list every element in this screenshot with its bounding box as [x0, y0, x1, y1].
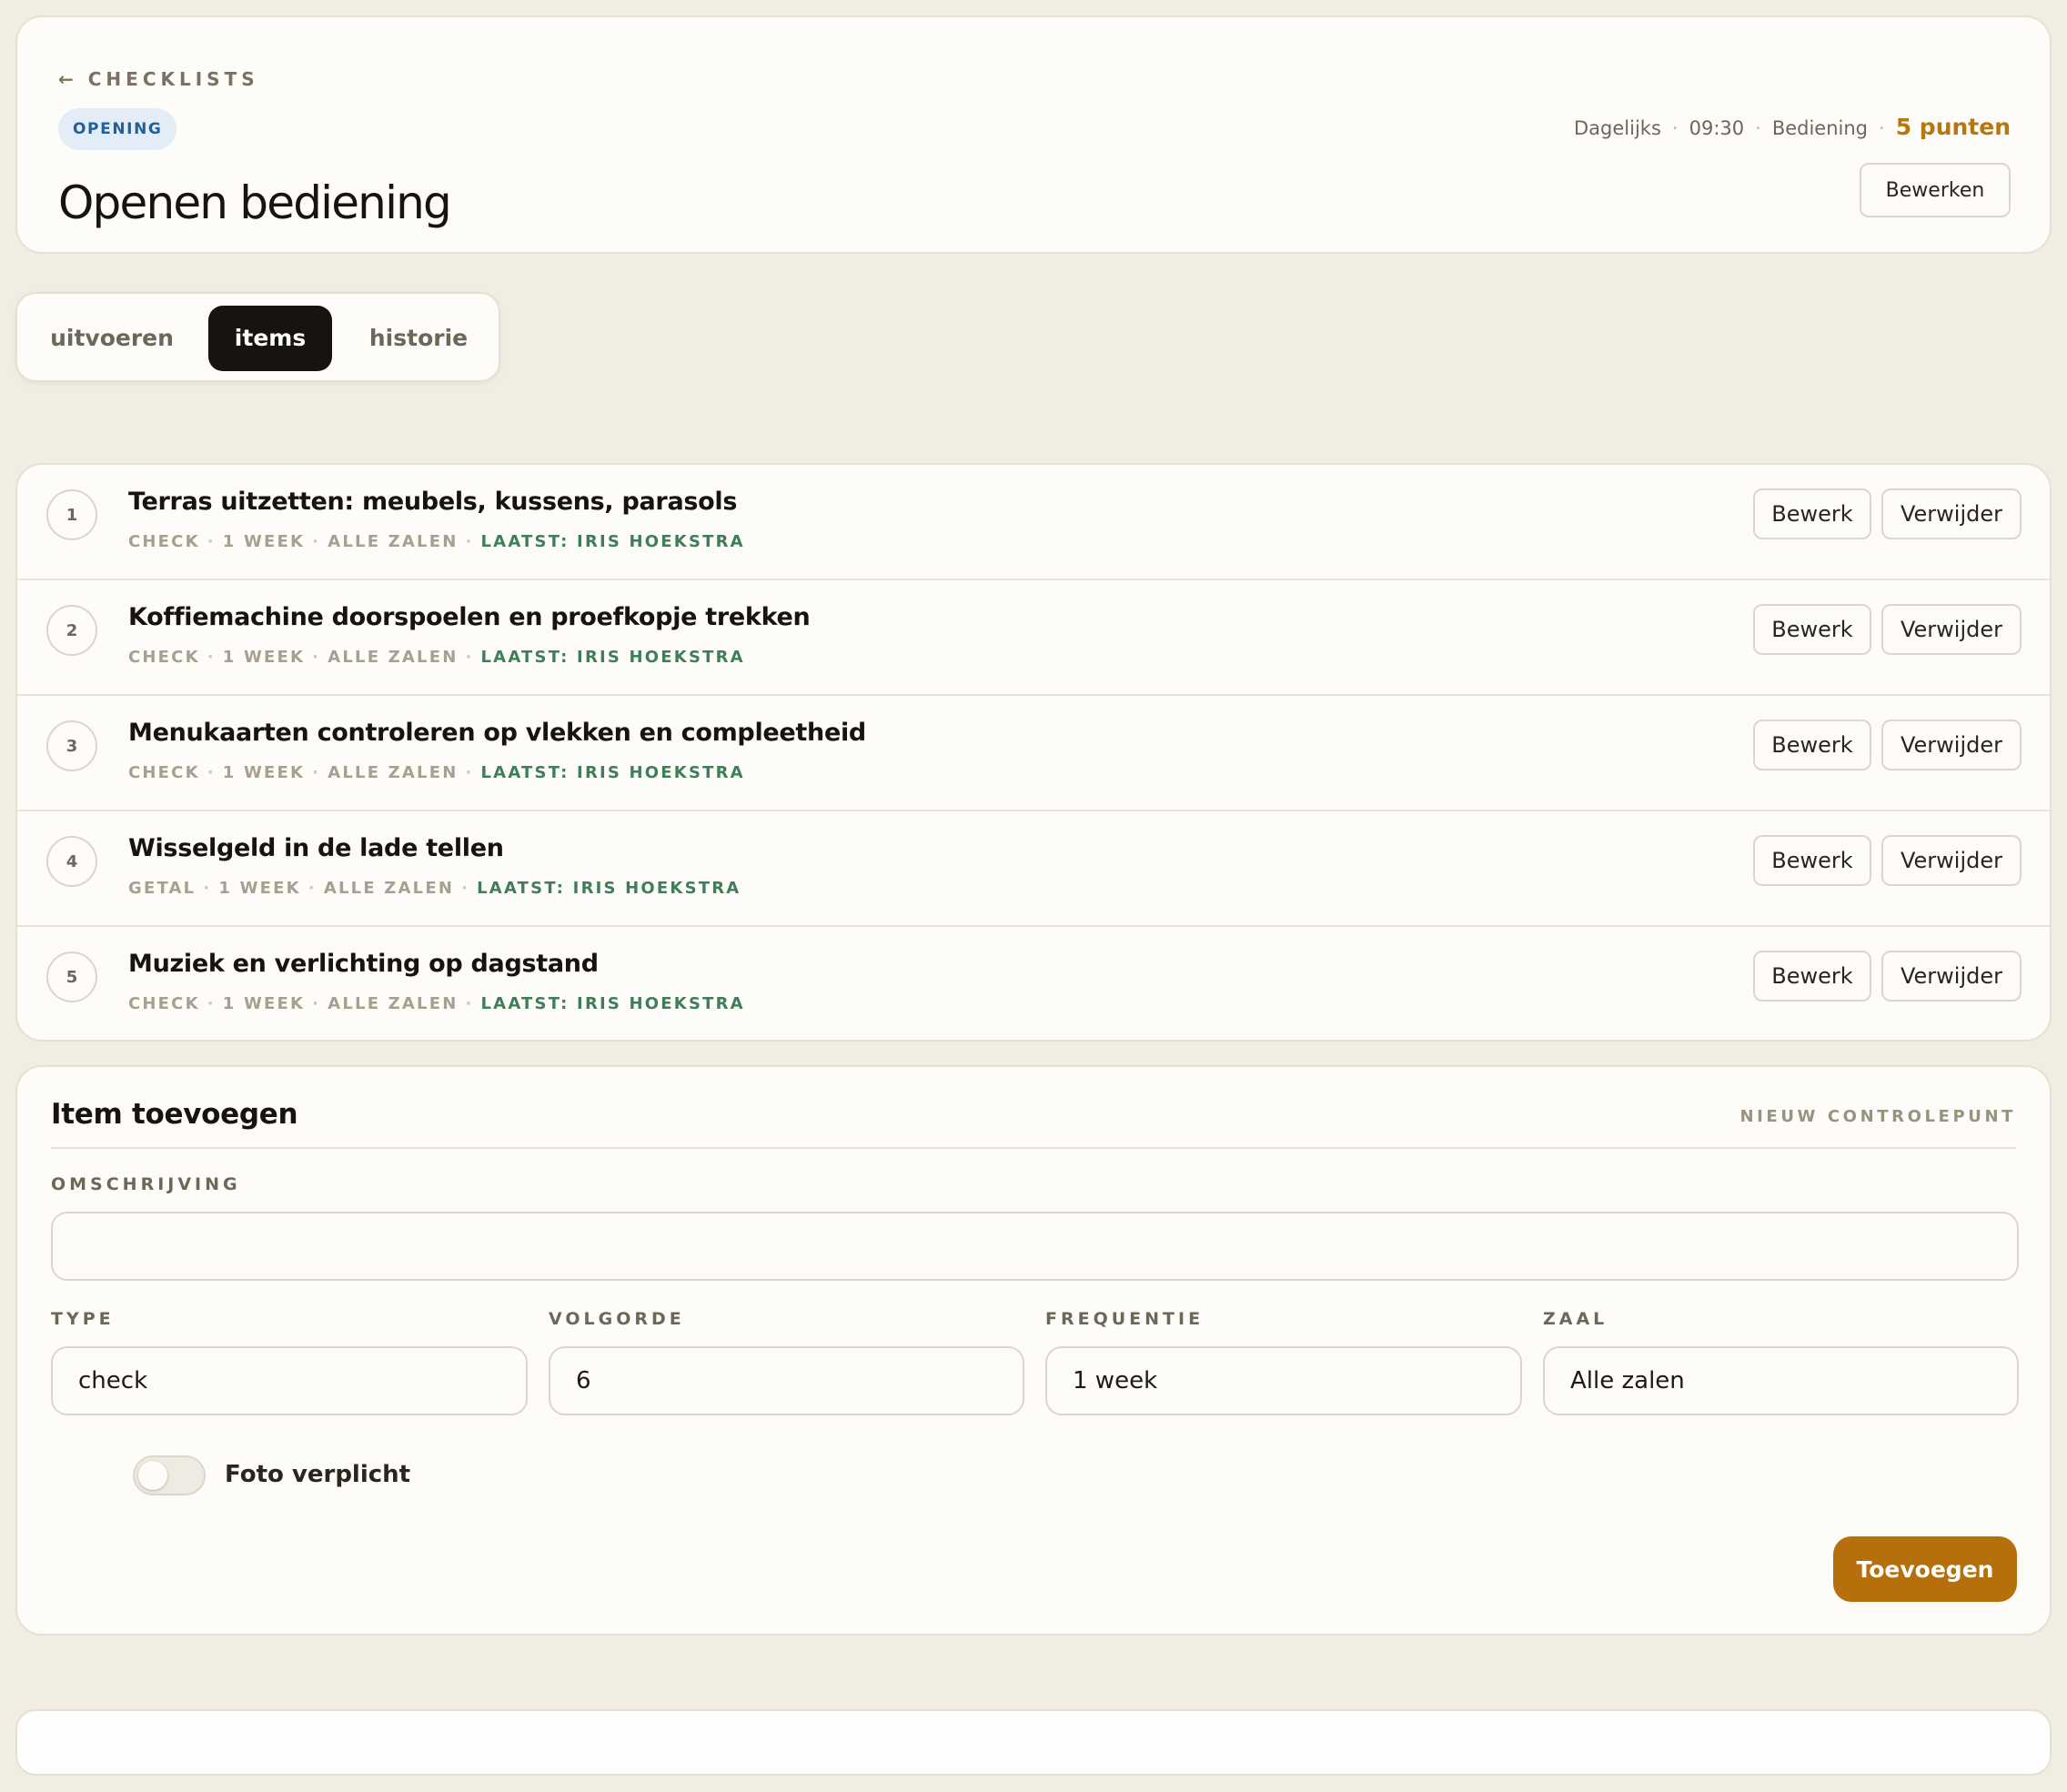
meta-separator: · — [1671, 117, 1679, 139]
item-title: Terras uitzetten: meubels, kussens, para… — [128, 488, 738, 516]
back-link-label: CHECKLISTS — [87, 68, 259, 90]
meta-frequency: Dagelijks — [1574, 117, 1661, 139]
item-zone: ALLE ZALEN — [323, 879, 455, 898]
zone-input[interactable] — [1543, 1346, 2019, 1415]
item-type: CHECK — [128, 994, 200, 1013]
item-number: 5 — [46, 951, 97, 1002]
item-type: CHECK — [128, 648, 200, 667]
item-frequency: 1 WEEK — [222, 763, 306, 782]
item-last-done: LAATST: IRIS HOEKSTRA — [480, 532, 745, 551]
edit-item-button[interactable]: Bewerk — [1753, 720, 1871, 770]
tab-items[interactable]: items — [208, 306, 332, 371]
edit-item-button[interactable]: Bewerk — [1753, 488, 1871, 539]
edit-item-button[interactable]: Bewerk — [1753, 604, 1871, 655]
item-number: 1 — [46, 489, 97, 540]
meta-separator: · — [1755, 117, 1761, 139]
description-label: OMSCHRIJVING — [51, 1174, 241, 1194]
edit-checklist-button[interactable]: Bewerken — [1860, 163, 2011, 217]
delete-item-button[interactable]: Verwijder — [1881, 835, 2022, 886]
item-meta: CHECK · 1 WEEK · ALLE ZALEN · LAATST: IRIS HOE… — [128, 648, 745, 667]
form-divider — [51, 1147, 2016, 1149]
items-list: 1 Terras uitzetten: meubels, kussens, pa… — [15, 463, 2052, 1042]
item-meta: CHECK · 1 WEEK · ALLE ZALEN · LAATST: IRIS HOE… — [128, 763, 745, 782]
back-arrow-icon: ← — [58, 68, 74, 90]
edit-item-button[interactable]: Bewerk — [1753, 835, 1871, 886]
item-zone: ALLE ZALEN — [328, 994, 459, 1013]
checklist-meta: Dagelijks · 09:30 · Bediening · 5 punten — [1574, 114, 2011, 140]
add-item-button[interactable]: Toevoegen — [1833, 1536, 2017, 1602]
list-item: 3 Menukaarten controleren op vlekken en … — [17, 696, 2050, 811]
item-zone: ALLE ZALEN — [328, 648, 459, 667]
type-select[interactable] — [51, 1346, 528, 1415]
item-last-done: LAATST: IRIS HOEKSTRA — [480, 763, 745, 782]
item-frequency: 1 WEEK — [222, 994, 306, 1013]
item-type: CHECK — [128, 763, 200, 782]
item-meta: CHECK · 1 WEEK · ALLE ZALEN · LAATST: IRIS HOE… — [128, 532, 745, 551]
item-zone: ALLE ZALEN — [328, 532, 459, 551]
page-title: Openen bediening — [58, 176, 452, 229]
zone-label: ZAAL — [1543, 1309, 1608, 1329]
form-title: Item toevoegen — [51, 1098, 298, 1131]
tab-bar: uitvoeren items historie — [15, 292, 500, 382]
meta-points: 5 punten — [1895, 114, 2011, 140]
tab-uitvoeren[interactable]: uitvoeren — [37, 306, 187, 371]
add-item-form: Item toevoegen NIEUW CONTROLEPUNT OMSCHR… — [15, 1065, 2052, 1636]
meta-department: Bediening — [1771, 117, 1869, 139]
list-item: 5 Muziek en verlichting op dagstand CHEC… — [17, 927, 2050, 1040]
item-meta: GETAL · 1 WEEK · ALLE ZALEN · LAATST: IRIS HOE… — [128, 879, 741, 898]
meta-time: 09:30 — [1689, 117, 1745, 139]
toggle-knob — [138, 1461, 167, 1490]
item-last-done: LAATST: IRIS HOEKSTRA — [480, 648, 745, 667]
frequency-label: FREQUENTIE — [1045, 1309, 1205, 1329]
description-input[interactable] — [51, 1212, 2019, 1281]
item-title: Muziek en verlichting op dagstand — [128, 950, 599, 978]
item-zone: ALLE ZALEN — [328, 763, 459, 782]
delete-item-button[interactable]: Verwijder — [1881, 951, 2022, 1002]
photo-required-label: Foto verplicht — [225, 1461, 411, 1488]
delete-item-button[interactable]: Verwijder — [1881, 604, 2022, 655]
item-frequency: 1 WEEK — [218, 879, 301, 898]
item-last-done: LAATST: IRIS HOEKSTRA — [480, 994, 745, 1013]
item-title: Menukaarten controleren op vlekken en co… — [128, 719, 866, 747]
item-number: 3 — [46, 720, 97, 771]
back-to-checklists-link[interactable]: ← CHECKLISTS — [58, 68, 259, 90]
item-frequency: 1 WEEK — [222, 532, 306, 551]
delete-item-button[interactable]: Verwijder — [1881, 488, 2022, 539]
item-type: CHECK — [128, 532, 200, 551]
type-label: TYPE — [51, 1309, 115, 1329]
item-title: Koffiemachine doorspoelen en proefkopje … — [128, 603, 811, 631]
tab-historie[interactable]: historie — [359, 306, 478, 371]
list-item: 1 Terras uitzetten: meubels, kussens, pa… — [17, 465, 2050, 580]
form-subtitle: NIEUW CONTROLEPUNT — [1739, 1107, 2016, 1126]
list-item: 4 Wisselgeld in de lade tellen GETAL · 1 W… — [17, 811, 2050, 927]
next-section-card — [15, 1709, 2052, 1776]
item-last-done: LAATST: IRIS HOEKSTRA — [477, 879, 741, 898]
edit-item-button[interactable]: Bewerk — [1753, 951, 1871, 1002]
category-badge: OPENING — [58, 108, 177, 150]
delete-item-button[interactable]: Verwijder — [1881, 720, 2022, 770]
page: ← CHECKLISTS OPENING Openen bediening Da… — [0, 0, 2067, 1792]
photo-required-toggle[interactable] — [133, 1455, 206, 1495]
item-frequency: 1 WEEK — [222, 648, 306, 667]
order-label: VOLGORDE — [549, 1309, 685, 1329]
checklist-header: ← CHECKLISTS OPENING Openen bediening Da… — [15, 15, 2052, 254]
item-type: GETAL — [128, 879, 197, 898]
item-title: Wisselgeld in de lade tellen — [128, 834, 504, 862]
item-number: 4 — [46, 836, 97, 887]
item-number: 2 — [46, 605, 97, 656]
meta-separator: · — [1879, 117, 1885, 139]
frequency-input[interactable] — [1045, 1346, 1522, 1415]
order-input[interactable] — [549, 1346, 1024, 1415]
item-meta: CHECK · 1 WEEK · ALLE ZALEN · LAATST: IRIS HOE… — [128, 994, 745, 1013]
list-item: 2 Koffiemachine doorspoelen en proefkopj… — [17, 580, 2050, 696]
